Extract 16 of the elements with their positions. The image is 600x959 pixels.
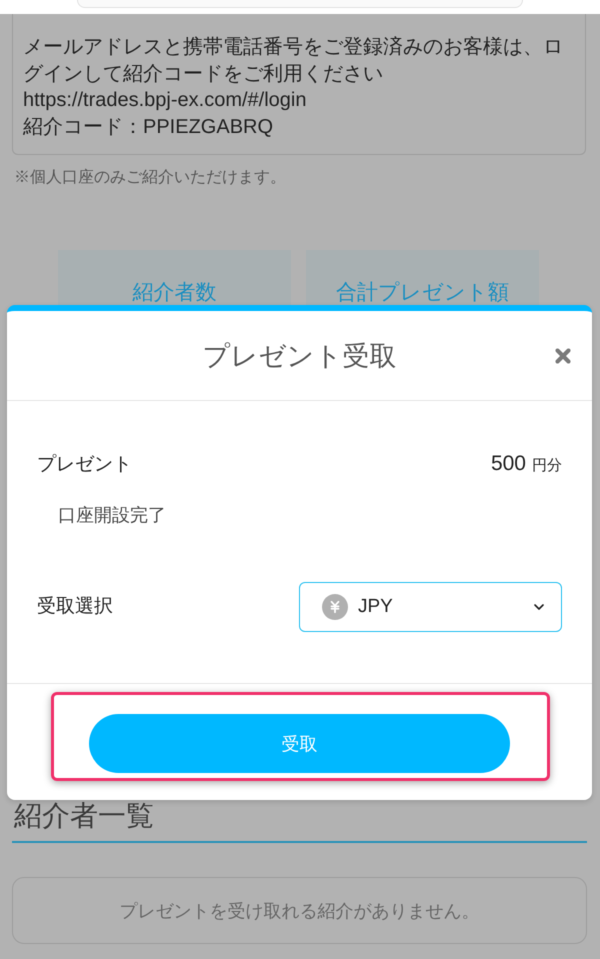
currency-select[interactable]: JPY	[299, 582, 562, 632]
referral-code-text: 紹介コード：PPIEZGABRQ	[23, 114, 274, 140]
receive-select-label: 受取選択	[37, 595, 113, 619]
present-label: プレゼント	[37, 453, 132, 477]
currency-value: JPY	[358, 595, 393, 619]
present-unit: 円分	[532, 456, 562, 476]
yen-coin-icon	[322, 594, 348, 620]
referral-list-title: 紹介者一覧	[14, 801, 154, 831]
modal-title: プレゼント受取	[202, 340, 396, 372]
stat-card-label: 紹介者数	[132, 280, 216, 306]
present-description: 口座開設完了	[58, 504, 166, 527]
stat-card-label: 合計プレゼント額	[336, 280, 509, 306]
empty-list-message: プレゼントを受け取れる紹介がありません。	[120, 900, 480, 922]
note-text: ※個人口座のみご紹介いただけます。	[14, 168, 286, 188]
present-amount: 500	[490, 451, 526, 477]
login-url-text: https://trades.bpj-ex.com/#/login	[23, 88, 306, 113]
